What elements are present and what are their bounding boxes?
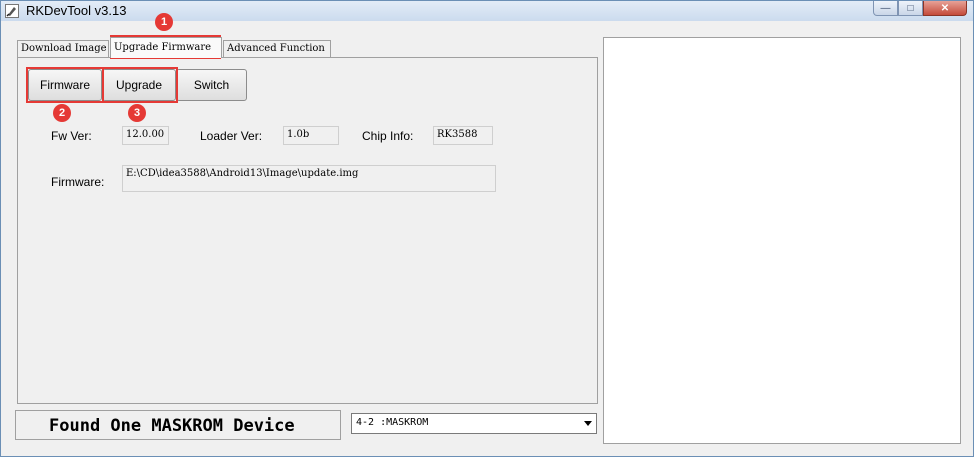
chevron-down-icon[interactable] [584, 421, 592, 426]
maximize-button[interactable]: □ [898, 1, 923, 16]
fw-ver-label: Fw Ver: [51, 129, 92, 143]
chip-info-field: RK3588 [433, 126, 493, 145]
firmware-path-label: Firmware: [51, 175, 105, 189]
loader-ver-label: Loader Ver: [200, 129, 263, 143]
window-controls: — □ ✕ [873, 1, 967, 17]
device-select[interactable]: 4-2 :MASKROM [351, 413, 597, 434]
firmware-button[interactable]: Firmware [28, 69, 102, 101]
chip-info-label: Chip Info: [362, 129, 414, 143]
close-button[interactable]: ✕ [923, 1, 967, 16]
firmware-path-field: E:\CD\idea3588\Android13\Image\update.im… [122, 165, 496, 192]
tab-upgrade-firmware[interactable]: Upgrade Firmware [110, 37, 222, 58]
step-marker-1: 1 [155, 13, 173, 31]
log-output-panel[interactable] [603, 37, 961, 444]
tab-advanced-function[interactable]: Advanced Function [223, 40, 331, 57]
step-marker-3: 3 [128, 104, 146, 122]
app-icon [5, 4, 19, 18]
app-window: RKDevTool v3.13 — □ ✕ Download Image Upg… [0, 0, 974, 457]
upgrade-button[interactable]: Upgrade [102, 69, 176, 101]
tab-download-image[interactable]: Download Image [17, 40, 109, 57]
step-marker-2: 2 [53, 104, 71, 122]
device-select-value: 4-2 :MASKROM [356, 417, 429, 428]
minimize-button[interactable]: — [873, 1, 898, 16]
window-title: RKDevTool v3.13 [26, 3, 127, 18]
loader-ver-field: 1.0b [283, 126, 339, 145]
fw-ver-field: 12.0.00 [122, 126, 169, 145]
upgrade-firmware-panel [17, 57, 598, 404]
status-message: Found One MASKROM Device [15, 410, 341, 440]
switch-button[interactable]: Switch [176, 69, 247, 101]
title-bar[interactable]: RKDevTool v3.13 — □ ✕ [1, 1, 973, 21]
